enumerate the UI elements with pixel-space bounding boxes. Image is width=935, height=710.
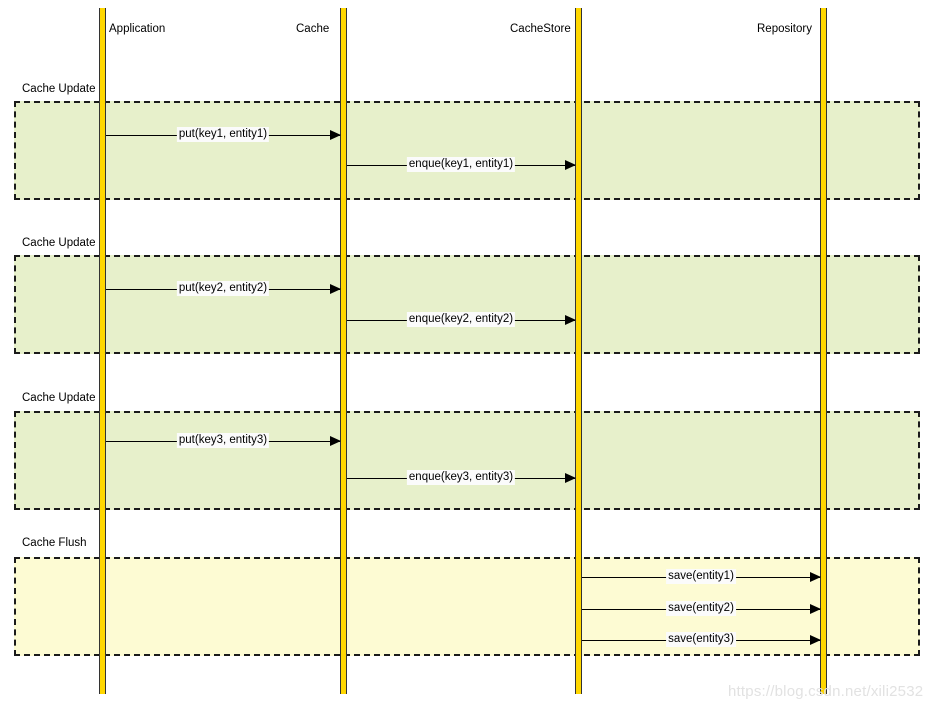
fragment-cache-flush <box>14 557 920 656</box>
lifeline-application[interactable] <box>99 8 106 694</box>
participant-label-cachestore: CacheStore <box>510 23 571 35</box>
participant-label-application: Application <box>109 23 166 35</box>
arrowhead-icon <box>330 130 341 140</box>
lifeline-cache[interactable] <box>340 8 347 694</box>
fragment-label-cache-flush: Cache Flush <box>22 537 87 549</box>
arrowhead-icon <box>565 473 576 483</box>
message-save-entity1[interactable]: save(entity1) <box>582 568 821 584</box>
arrowhead-icon <box>330 284 341 294</box>
fragment-cache-update-3 <box>14 411 920 510</box>
message-put-key1[interactable]: put(key1, entity1) <box>106 126 341 142</box>
message-label-put-key2: put(key2, entity2) <box>176 280 270 296</box>
message-label-save-entity2: save(entity2) <box>666 600 736 616</box>
participant-label-cache: Cache <box>296 23 330 35</box>
message-label-save-entity3: save(entity3) <box>666 631 736 647</box>
fragment-label-cache-update-3: Cache Update <box>22 392 96 404</box>
message-label-enque-key1: enque(key1, entity1) <box>406 156 516 172</box>
message-save-entity3[interactable]: save(entity3) <box>582 631 821 647</box>
lifeline-cachestore[interactable] <box>575 8 582 694</box>
message-put-key2[interactable]: put(key2, entity2) <box>106 280 341 296</box>
sequence-diagram-canvas: Cache Update Cache Update Cache Update Cach… <box>0 0 935 710</box>
fragment-cache-update-2 <box>14 255 920 354</box>
arrowhead-icon <box>330 436 341 446</box>
message-label-enque-key3: enque(key3, entity3) <box>406 469 516 485</box>
fragment-cache-update-1 <box>14 101 920 200</box>
message-put-key3[interactable]: put(key3, entity3) <box>106 432 341 448</box>
message-enque-key2[interactable]: enque(key2, entity2) <box>347 311 576 327</box>
arrowhead-icon <box>565 315 576 325</box>
lifeline-repository[interactable] <box>820 8 827 694</box>
message-label-enque-key2: enque(key2, entity2) <box>406 311 516 327</box>
message-enque-key3[interactable]: enque(key3, entity3) <box>347 469 576 485</box>
participant-label-repository: Repository <box>757 23 812 35</box>
fragment-label-cache-update-1: Cache Update <box>22 83 96 95</box>
arrowhead-icon <box>565 160 576 170</box>
watermark: https://blog.csdn.net/xili2532 <box>728 683 924 700</box>
message-save-entity2[interactable]: save(entity2) <box>582 600 821 616</box>
message-label-put-key3: put(key3, entity3) <box>176 432 270 448</box>
message-label-put-key1: put(key1, entity1) <box>176 126 270 142</box>
arrowhead-icon <box>810 604 821 614</box>
arrowhead-icon <box>810 635 821 645</box>
fragment-label-cache-update-2: Cache Update <box>22 237 96 249</box>
arrowhead-icon <box>810 572 821 582</box>
message-enque-key1[interactable]: enque(key1, entity1) <box>347 156 576 172</box>
message-label-save-entity1: save(entity1) <box>666 568 736 584</box>
